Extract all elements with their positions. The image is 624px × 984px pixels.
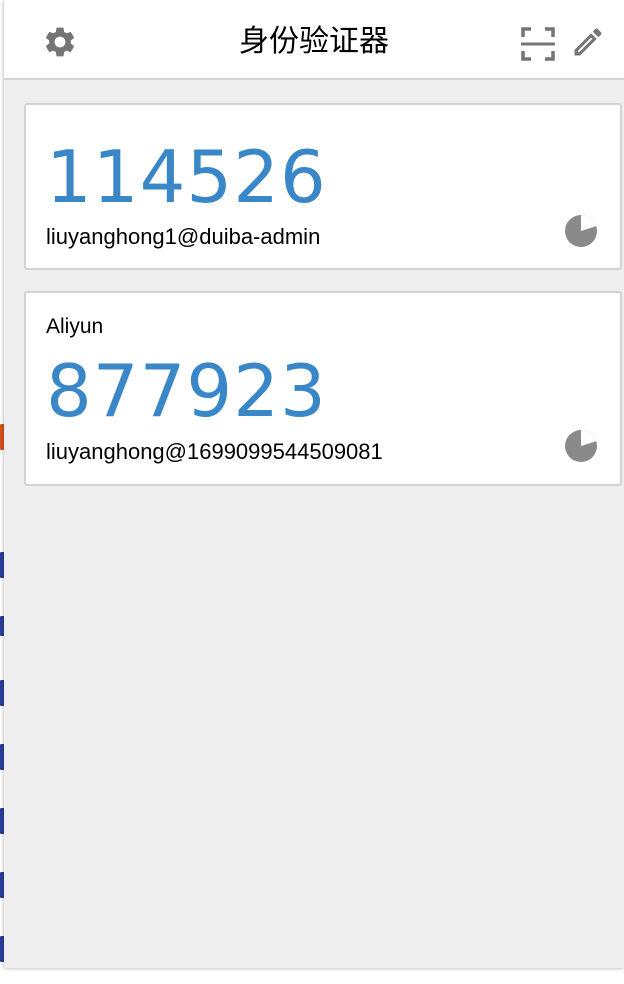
header-bar: 身份验证器	[4, 0, 624, 80]
pencil-icon-graphic	[574, 28, 602, 56]
otp-entry[interactable]: 114526 liuyanghong1@duiba-admin	[24, 103, 622, 270]
issuer-name: Aliyun	[46, 315, 104, 338]
scan-qr-icon[interactable]	[520, 26, 556, 62]
browser-page: 身份验证器 114526 liuyanghong1@duiba-admin Al…	[0, 0, 624, 984]
pencil-icon[interactable]	[570, 24, 606, 60]
account-name: liuyanghong@1699099544509081	[46, 439, 383, 464]
countdown-pie-graphic	[565, 215, 597, 247]
countdown-pie-graphic	[565, 430, 597, 462]
otp-entry[interactable]: Aliyun 877923 liuyanghong@16990995445090…	[24, 291, 622, 486]
scan-qr-icon-graphic	[521, 27, 555, 61]
authenticator-popup: 身份验证器 114526 liuyanghong1@duiba-admin Al…	[4, 0, 624, 968]
otp-code: 114526	[46, 135, 327, 219]
otp-code: 877923	[46, 349, 327, 433]
countdown-pie-icon	[564, 214, 598, 248]
countdown-pie-icon	[564, 429, 598, 463]
account-name: liuyanghong1@duiba-admin	[46, 224, 321, 249]
